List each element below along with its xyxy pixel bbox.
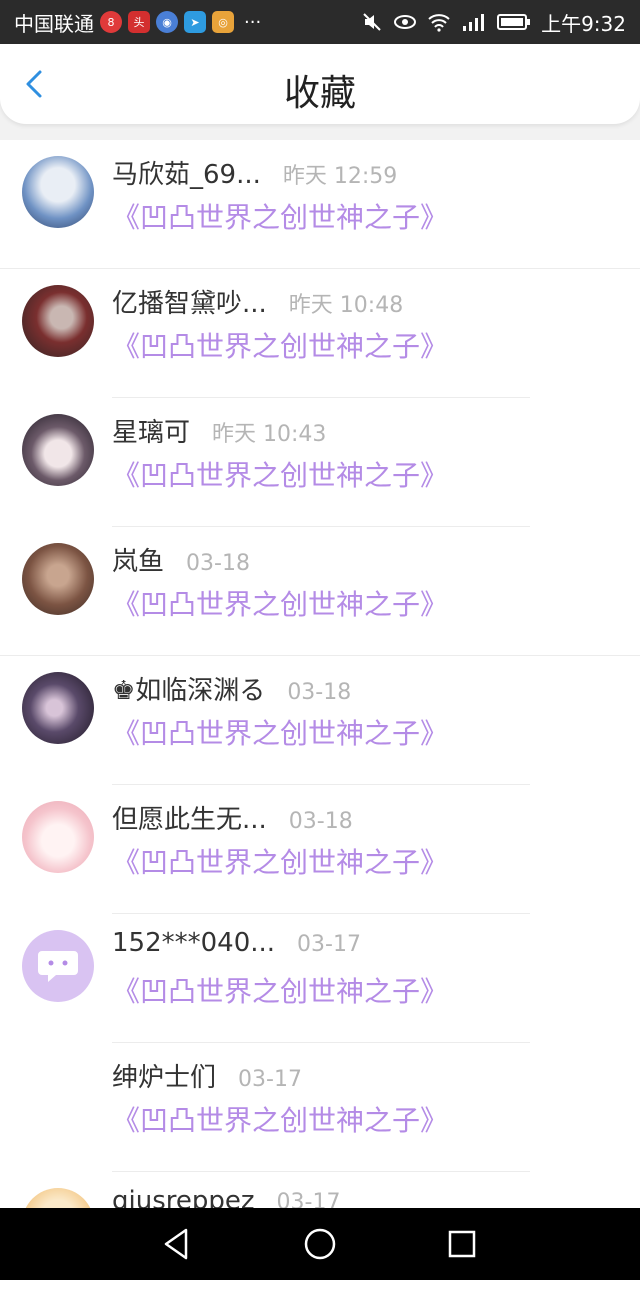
list-item[interactable]: ♚如临深渊る 03-18 《凹凸世界之创世神之子》 xyxy=(0,656,640,785)
user-name: 星璃可 xyxy=(112,418,191,448)
user-name: 但愿此生无... xyxy=(112,805,267,835)
user-name: 亿播智黛吵... xyxy=(112,289,267,319)
wifi-icon xyxy=(428,14,450,32)
eye-icon xyxy=(394,15,417,29)
toutiao-icon: 头 xyxy=(128,11,150,33)
item-time: 昨天 10:48 xyxy=(288,293,404,318)
list-item[interactable]: 岚鱼 03-18 《凹凸世界之创世神之子》 xyxy=(0,527,640,656)
navigation-bar xyxy=(0,1208,640,1280)
list-item[interactable]: 马欣茹_69... 昨天 12:59 《凹凸世界之创世神之子》 xyxy=(0,140,640,269)
user-name: 岚鱼 xyxy=(112,547,165,577)
carrier-label: 中国联通 xyxy=(14,11,94,36)
book-title[interactable]: 《凹凸世界之创世神之子》 xyxy=(112,712,448,752)
book-title[interactable]: 《凹凸世界之创世神之子》 xyxy=(112,970,448,1010)
header: 收藏 xyxy=(0,44,640,140)
avatar[interactable] xyxy=(22,156,94,228)
avatar[interactable] xyxy=(22,285,94,357)
book-title[interactable]: 《凹凸世界之创世神之子》 xyxy=(112,454,448,494)
book-title[interactable]: 《凹凸世界之创世神之子》 xyxy=(112,1099,448,1139)
item-time: 03-18 xyxy=(186,551,250,576)
favorites-list: 马欣茹_69... 昨天 12:59 《凹凸世界之创世神之子》 亿播智黛吵...… xyxy=(0,140,640,1301)
clock: 上午9:32 xyxy=(541,11,626,36)
app-icon: 8 xyxy=(100,11,122,33)
chat-bubble-icon xyxy=(38,951,78,982)
battery-icon xyxy=(497,14,531,30)
more-notifications-icon: ··· xyxy=(244,11,262,33)
browser-icon: ◉ xyxy=(156,11,178,33)
item-time: 03-17 xyxy=(297,932,361,957)
signal-icon xyxy=(463,14,485,31)
list-item[interactable]: 绅炉士们 03-17 《凹凸世界之创世神之子》 xyxy=(0,1043,640,1172)
avatar[interactable] xyxy=(22,672,94,744)
item-time: 昨天 10:43 xyxy=(212,422,327,447)
back-triangle-icon[interactable] xyxy=(156,1224,196,1264)
mute-icon xyxy=(363,13,381,31)
telegram-icon: ➤ xyxy=(184,11,206,33)
avatar[interactable] xyxy=(22,414,94,486)
user-name: 152***040... xyxy=(112,928,276,958)
book-title[interactable]: 《凹凸世界之创世神之子》 xyxy=(112,325,448,365)
item-time: 03-18 xyxy=(287,680,352,705)
item-time: 03-17 xyxy=(238,1067,302,1092)
avatar[interactable] xyxy=(22,543,94,615)
book-title[interactable]: 《凹凸世界之创世神之子》 xyxy=(112,583,448,623)
item-time: 昨天 12:59 xyxy=(282,164,398,189)
list-item[interactable]: 但愿此生无... 03-18 《凹凸世界之创世神之子》 xyxy=(0,785,640,914)
recents-square-icon[interactable] xyxy=(442,1224,482,1264)
list-item[interactable]: 亿播智黛吵... 昨天 10:48 《凹凸世界之创世神之子》 xyxy=(0,269,640,398)
list-item[interactable]: 星璃可 昨天 10:43 《凹凸世界之创世神之子》 xyxy=(0,398,640,527)
avatar[interactable] xyxy=(22,930,94,1002)
page-title: 收藏 xyxy=(283,73,356,114)
book-title[interactable]: 《凹凸世界之创世神之子》 xyxy=(112,841,448,881)
item-time: 03-18 xyxy=(288,809,353,834)
user-name: 马欣茹_69... xyxy=(112,160,261,190)
user-name: ♚如临深渊る xyxy=(112,676,266,706)
weibo-icon: ◎ xyxy=(212,11,234,33)
home-circle-icon[interactable] xyxy=(300,1224,340,1264)
header-bar: 收藏 xyxy=(0,44,640,124)
book-title[interactable]: 《凹凸世界之创世神之子》 xyxy=(112,196,448,236)
avatar[interactable] xyxy=(22,801,94,873)
user-name: 绅炉士们 xyxy=(112,1063,217,1093)
list-item[interactable]: 152***040... 03-17 《凹凸世界之创世神之子》 xyxy=(0,914,640,1043)
status-bar: 中国联通 8 头 ◉ ➤ ◎ ··· 上午9:32 xyxy=(0,0,640,44)
